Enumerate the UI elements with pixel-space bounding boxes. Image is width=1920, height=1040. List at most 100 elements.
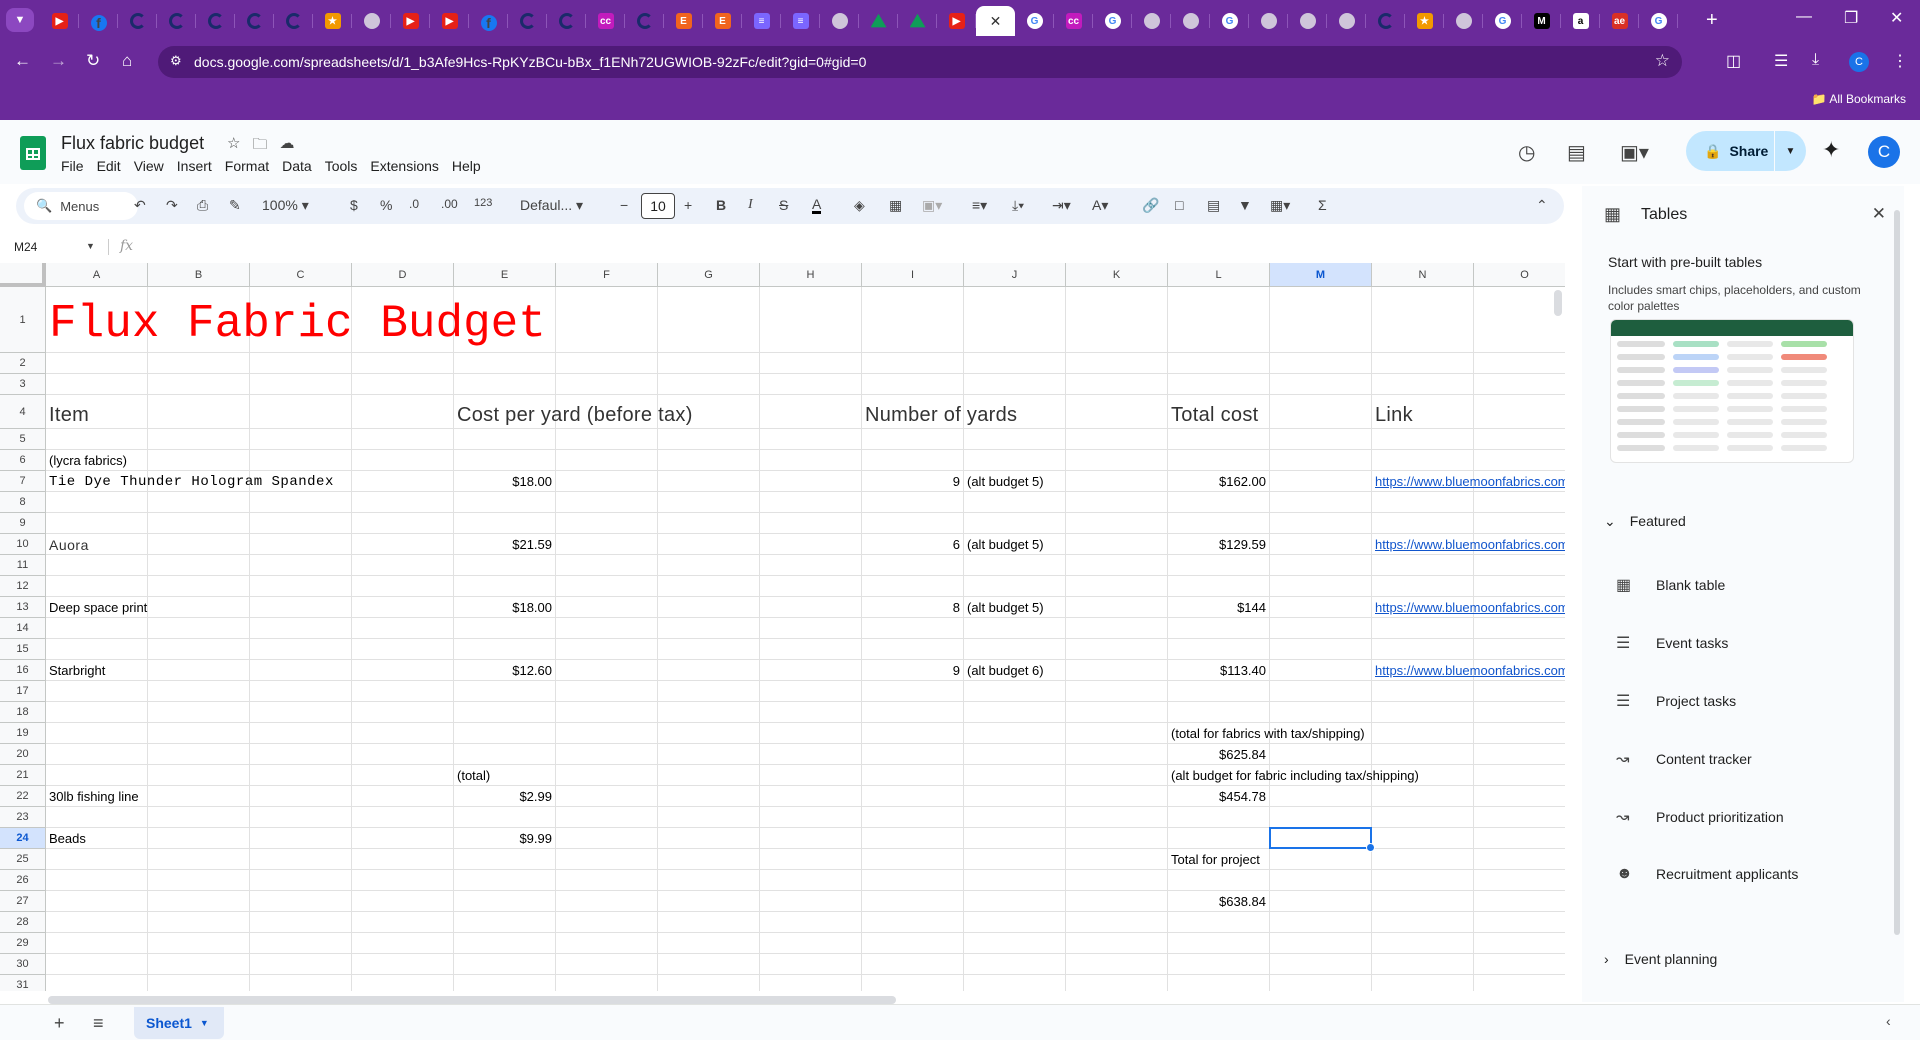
- browser-profile-avatar[interactable]: C: [1849, 52, 1869, 72]
- fill-color-icon[interactable]: ◈: [854, 197, 865, 214]
- row-header-5[interactable]: 5: [0, 429, 46, 450]
- browser-tab[interactable]: E: [664, 6, 703, 36]
- browser-tab[interactable]: f: [79, 6, 118, 36]
- row-header-19[interactable]: 19: [0, 723, 46, 744]
- horizontal-scrollbar[interactable]: [48, 996, 896, 1004]
- menu-help[interactable]: Help: [452, 158, 488, 174]
- sheets-logo[interactable]: [20, 136, 46, 170]
- browser-tab[interactable]: [1366, 6, 1405, 36]
- browser-tab[interactable]: ▶: [430, 6, 469, 36]
- row-header-16[interactable]: 16: [0, 660, 46, 681]
- row-header-8[interactable]: 8: [0, 492, 46, 513]
- row-header-25[interactable]: 25: [0, 849, 46, 870]
- row-header-22[interactable]: 22: [0, 786, 46, 807]
- back-icon[interactable]: ←: [14, 51, 31, 71]
- undo-icon[interactable]: ↶: [134, 197, 146, 214]
- featured-section-toggle[interactable]: ⌄ Featured: [1604, 513, 1686, 530]
- share-button[interactable]: 🔒 Share ▼: [1686, 131, 1806, 171]
- column-header-g[interactable]: G: [658, 263, 760, 287]
- row-header-12[interactable]: 12: [0, 576, 46, 597]
- column-header-n[interactable]: N: [1372, 263, 1474, 287]
- template-content-tracker[interactable]: ↝ Content tracker: [1616, 749, 1752, 769]
- browser-tab[interactable]: [508, 6, 547, 36]
- insert-comment-icon[interactable]: □: [1175, 197, 1183, 213]
- all-bookmarks-button[interactable]: 📁 All Bookmarks: [1812, 92, 1906, 106]
- close-window-button[interactable]: ✕: [1890, 8, 1903, 28]
- extensions-icon[interactable]: ◫: [1726, 51, 1741, 71]
- menu-tools[interactable]: Tools: [325, 158, 365, 174]
- row-header-29[interactable]: 29: [0, 933, 46, 954]
- decrease-decimal-button[interactable]: .0: [409, 197, 419, 211]
- zoom-select[interactable]: 100% ▾: [262, 197, 309, 214]
- column-header-b[interactable]: B: [148, 263, 250, 287]
- browser-tab[interactable]: cc: [586, 6, 625, 36]
- paint-format-icon[interactable]: ✎: [229, 197, 241, 214]
- close-icon[interactable]: ✕: [1872, 204, 1886, 224]
- bookmark-star-icon[interactable]: ☆: [1655, 51, 1670, 71]
- sheet-tab-dropdown-icon[interactable]: ▼: [200, 1018, 209, 1028]
- column-header-d[interactable]: D: [352, 263, 454, 287]
- share-dropdown-icon[interactable]: ▼: [1774, 131, 1806, 171]
- spreadsheet-grid[interactable]: A B C D E F G H I J K L M N O 1 2 3 4 5 6 7 8 9 10 11 12 13 14 15 16 17…: [0, 263, 1565, 991]
- text-color-button[interactable]: A: [812, 197, 822, 214]
- meet-icon[interactable]: ▣▾: [1620, 140, 1649, 165]
- row-header-4[interactable]: 4: [0, 395, 46, 429]
- new-tab-button[interactable]: +: [1706, 10, 1718, 30]
- row-header-27[interactable]: 27: [0, 891, 46, 912]
- menu-format[interactable]: Format: [225, 158, 276, 174]
- row-header-10[interactable]: 10: [0, 534, 46, 555]
- forward-icon[interactable]: →: [50, 51, 67, 71]
- media-control-icon[interactable]: ☰: [1774, 51, 1788, 71]
- column-header-m[interactable]: M: [1270, 263, 1372, 287]
- row-header-24[interactable]: 24: [0, 828, 46, 849]
- version-history-icon[interactable]: ◷: [1518, 140, 1535, 165]
- home-icon[interactable]: ⌂: [122, 51, 132, 71]
- browser-tab[interactable]: G: [1093, 6, 1132, 36]
- sheet-tab-sheet1[interactable]: Sheet1 ▼: [134, 1007, 224, 1039]
- browser-tab[interactable]: [1171, 6, 1210, 36]
- browser-tab[interactable]: ▶: [40, 6, 79, 36]
- percent-format-button[interactable]: %: [380, 197, 392, 213]
- row-header-15[interactable]: 15: [0, 639, 46, 660]
- row-header-11[interactable]: 11: [0, 555, 46, 576]
- download-icon[interactable]: ⤓: [1812, 51, 1819, 69]
- horizontal-align-icon[interactable]: ≡▾: [972, 197, 987, 214]
- insert-chart-icon[interactable]: ▤: [1207, 197, 1220, 214]
- browser-menu-icon[interactable]: ⋮: [1892, 51, 1908, 71]
- browser-tab[interactable]: ★: [313, 6, 352, 36]
- column-header-l[interactable]: L: [1168, 263, 1270, 287]
- column-header-j[interactable]: J: [964, 263, 1066, 287]
- row-header-1[interactable]: 1: [0, 287, 46, 353]
- row-header-9[interactable]: 9: [0, 513, 46, 534]
- template-blank-table[interactable]: ▦ Blank table: [1616, 575, 1725, 595]
- cell-n10[interactable]: https://www.bluemoonfabrics.com: [1375, 537, 1565, 553]
- template-project-tasks[interactable]: ☰ Project tasks: [1616, 691, 1736, 711]
- selected-cell[interactable]: [1269, 827, 1375, 852]
- browser-tab[interactable]: G: [1639, 6, 1678, 36]
- browser-tab[interactable]: f: [469, 6, 508, 36]
- cloud-saved-icon[interactable]: ☁: [279, 134, 294, 159]
- select-all-corner[interactable]: [0, 263, 46, 287]
- column-header-f[interactable]: F: [556, 263, 658, 287]
- column-header-e[interactable]: E: [454, 263, 556, 287]
- browser-tab[interactable]: [1132, 6, 1171, 36]
- row-header-7[interactable]: 7: [0, 471, 46, 492]
- browser-tab[interactable]: ae: [1600, 6, 1639, 36]
- add-sheet-icon[interactable]: +: [54, 1013, 65, 1034]
- row-header-3[interactable]: 3: [0, 374, 46, 395]
- browser-tab[interactable]: [274, 6, 313, 36]
- browser-tab[interactable]: [820, 6, 859, 36]
- text-rotation-icon[interactable]: A▾: [1092, 197, 1108, 214]
- increase-decimal-button[interactable]: .00: [441, 197, 458, 211]
- browser-tab[interactable]: [859, 6, 898, 36]
- minimize-button[interactable]: —: [1796, 8, 1812, 26]
- font-family-select[interactable]: Defaul... ▾: [520, 197, 583, 214]
- browser-tab[interactable]: G: [1210, 6, 1249, 36]
- template-recruitment-applicants[interactable]: ☻ Recruitment applicants: [1616, 865, 1798, 883]
- browser-tab[interactable]: [1327, 6, 1366, 36]
- cell-n16[interactable]: https://www.bluemoonfabrics.com: [1375, 663, 1565, 679]
- browser-tab[interactable]: [196, 6, 235, 36]
- browser-tab[interactable]: [157, 6, 196, 36]
- row-header-13[interactable]: 13: [0, 597, 46, 618]
- column-header-o[interactable]: O: [1474, 263, 1565, 287]
